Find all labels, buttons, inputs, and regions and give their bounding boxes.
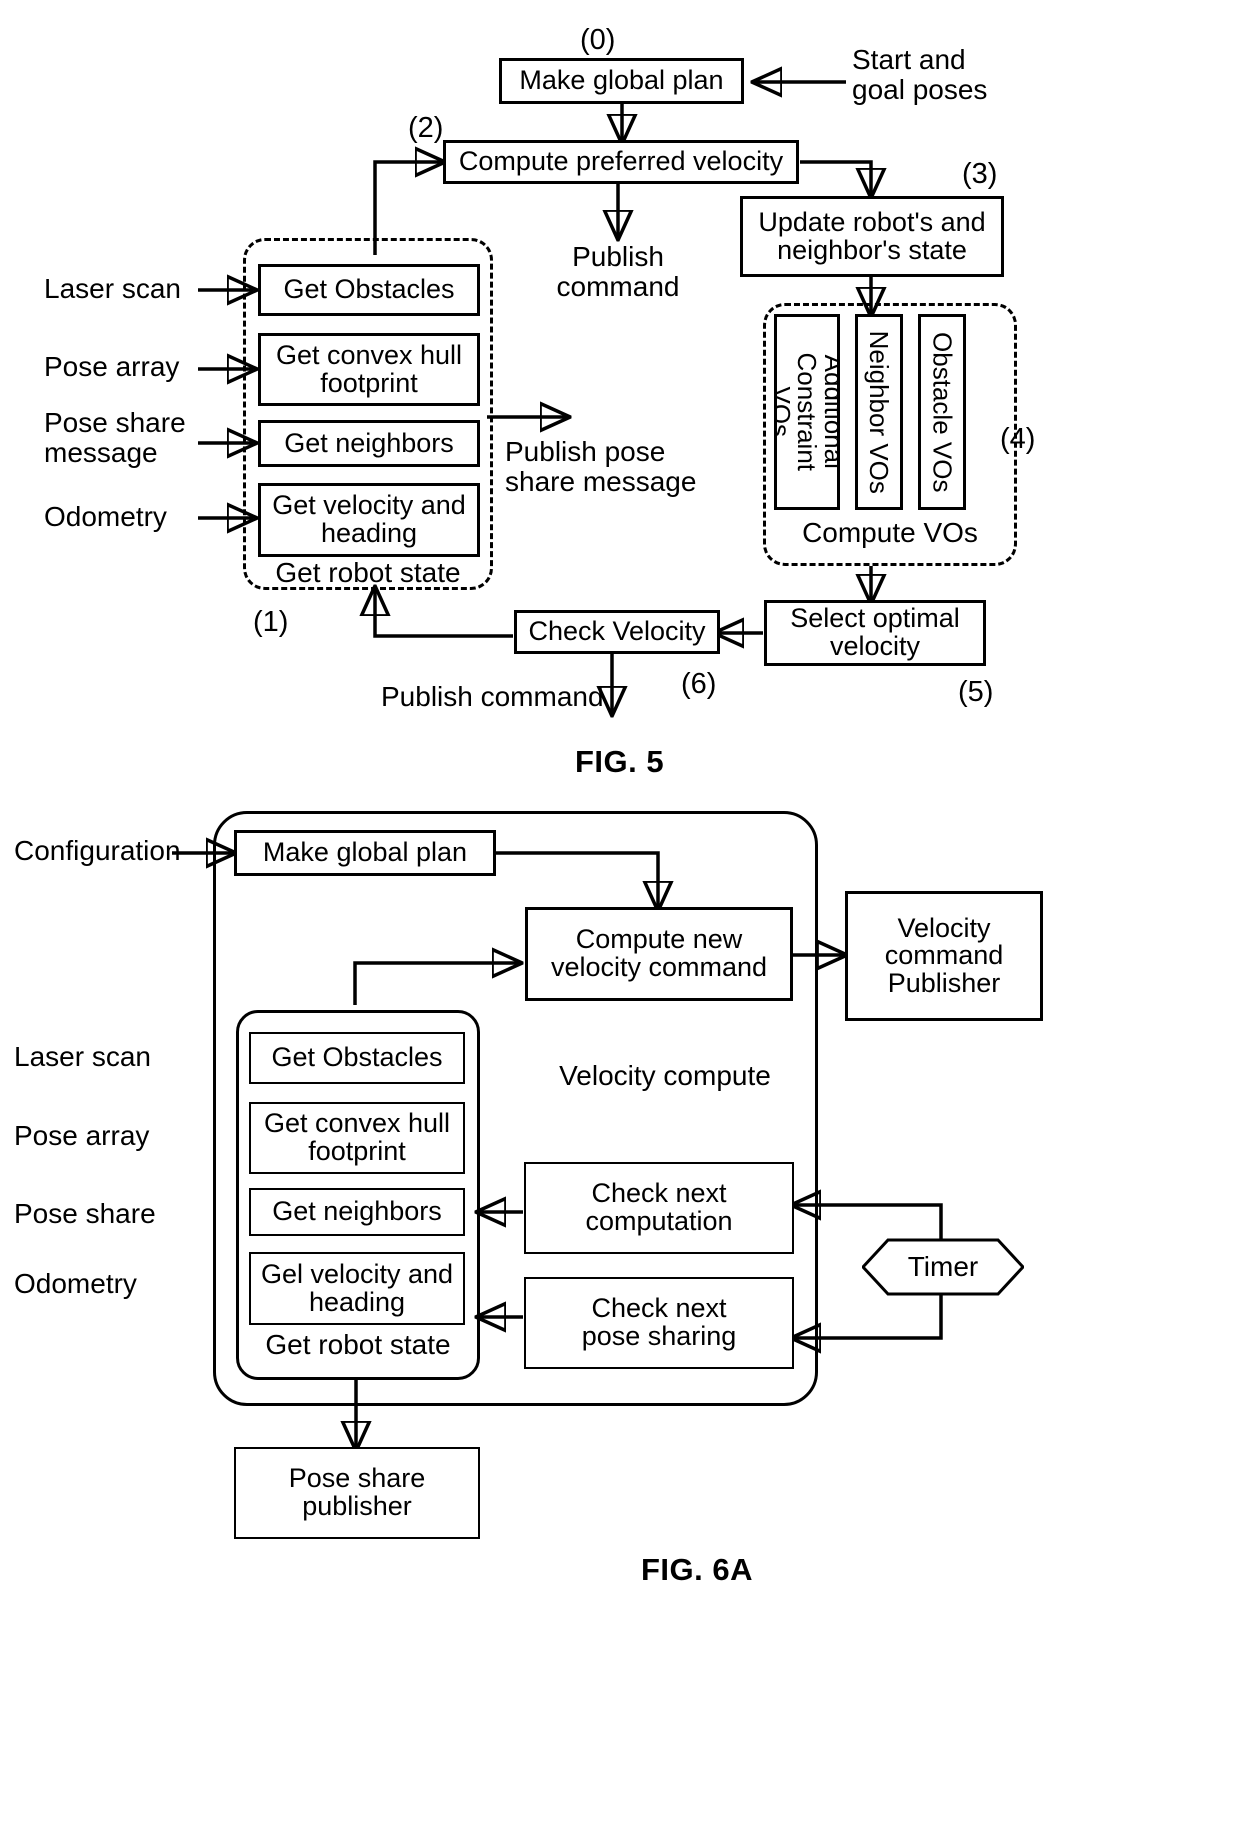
box-select-optimal-velocity: Select optimal velocity [764, 600, 986, 666]
figure-caption-fig6a: FIG. 6A [641, 1552, 754, 1587]
box-additional-constraint-vos-label: Additional Constraint VOs [774, 352, 840, 472]
group-label-compute-vos: Compute VOs [802, 517, 978, 548]
patent-figure-sheet: (0) Make global plan Start and goal pose… [0, 0, 1240, 1837]
ref-number-1: (1) [253, 606, 289, 638]
ref-number-2: (2) [408, 112, 444, 144]
label-laser-scan-fig6a: Laser scan [14, 1041, 151, 1072]
box-velocity-command-publisher: Velocity command Publisher [845, 891, 1043, 1021]
label-start-and-goal-poses: Start and goal poses [852, 44, 988, 105]
box-obstacle-vos: Obstacle VOs [918, 314, 966, 510]
box-additional-constraint-vos: Additional Constraint VOs [774, 314, 840, 510]
figure-caption-fig5: FIG. 5 [575, 744, 665, 779]
ref-number-0: (0) [580, 24, 616, 56]
box-neighbor-vos: Neighbor VOs [855, 314, 903, 510]
box-check-velocity: Check Velocity [514, 610, 720, 654]
box-timer: Timer [862, 1238, 1024, 1296]
box-make-global-plan-fig5: Make global plan [499, 58, 744, 104]
box-timer-label: Timer [907, 1251, 979, 1282]
box-make-global-plan-fig6a: Make global plan [234, 830, 496, 876]
label-publish-command-top: Publish command [556, 241, 680, 302]
ref-number-3: (3) [962, 158, 998, 190]
label-publish-pose-share-message: Publish pose share message [505, 436, 697, 497]
group-label-velocity-compute: Velocity compute [559, 1060, 771, 1091]
label-pose-array-fig6a: Pose array [14, 1120, 150, 1151]
ref-number-6: (6) [681, 668, 717, 700]
label-pose-array-fig5: Pose array [44, 351, 180, 382]
box-get-obstacles-fig5: Get Obstacles [258, 264, 480, 316]
label-publish-command-bottom: Publish command [381, 681, 604, 712]
ref-number-5: (5) [958, 676, 994, 708]
box-check-next-pose-sharing: Check next pose sharing [524, 1277, 794, 1369]
box-neighbor-vos-label: Neighbor VOs [864, 330, 895, 494]
box-get-convex-hull-footprint-fig5: Get convex hull footprint [258, 333, 480, 406]
box-pose-share-publisher: Pose share publisher [234, 1447, 480, 1539]
box-get-neighbors-fig6a: Get neighbors [249, 1188, 465, 1236]
label-pose-share-fig6a: Pose share [14, 1198, 156, 1229]
group-label-get-robot-state-fig5: Get robot state [275, 557, 461, 588]
box-get-velocity-and-heading-fig6a: Gel velocity and heading [249, 1252, 465, 1325]
box-get-convex-hull-footprint-fig6a: Get convex hull footprint [249, 1102, 465, 1174]
label-configuration-fig6a: Configuration [14, 835, 181, 866]
group-label-get-robot-state-fig6a: Get robot state [265, 1329, 451, 1360]
box-get-velocity-and-heading-fig5: Get velocity and heading [258, 483, 480, 557]
box-obstacle-vos-label: Obstacle VOs [927, 331, 958, 493]
ref-number-4: (4) [1000, 423, 1036, 455]
label-odometry-fig5: Odometry [44, 501, 167, 532]
box-get-neighbors-fig5: Get neighbors [258, 420, 480, 467]
box-compute-new-velocity-command: Compute new velocity command [525, 907, 793, 1001]
box-compute-preferred-velocity: Compute preferred velocity [443, 140, 799, 184]
box-update-robot-and-neighbor-state: Update robot's and neighbor's state [740, 196, 1004, 277]
label-laser-scan-fig5: Laser scan [44, 273, 181, 304]
label-odometry-fig6a: Odometry [14, 1268, 137, 1299]
box-check-next-computation: Check next computation [524, 1162, 794, 1254]
box-get-obstacles-fig6a: Get Obstacles [249, 1032, 465, 1084]
label-pose-share-message-fig5: Pose share message [44, 407, 186, 468]
